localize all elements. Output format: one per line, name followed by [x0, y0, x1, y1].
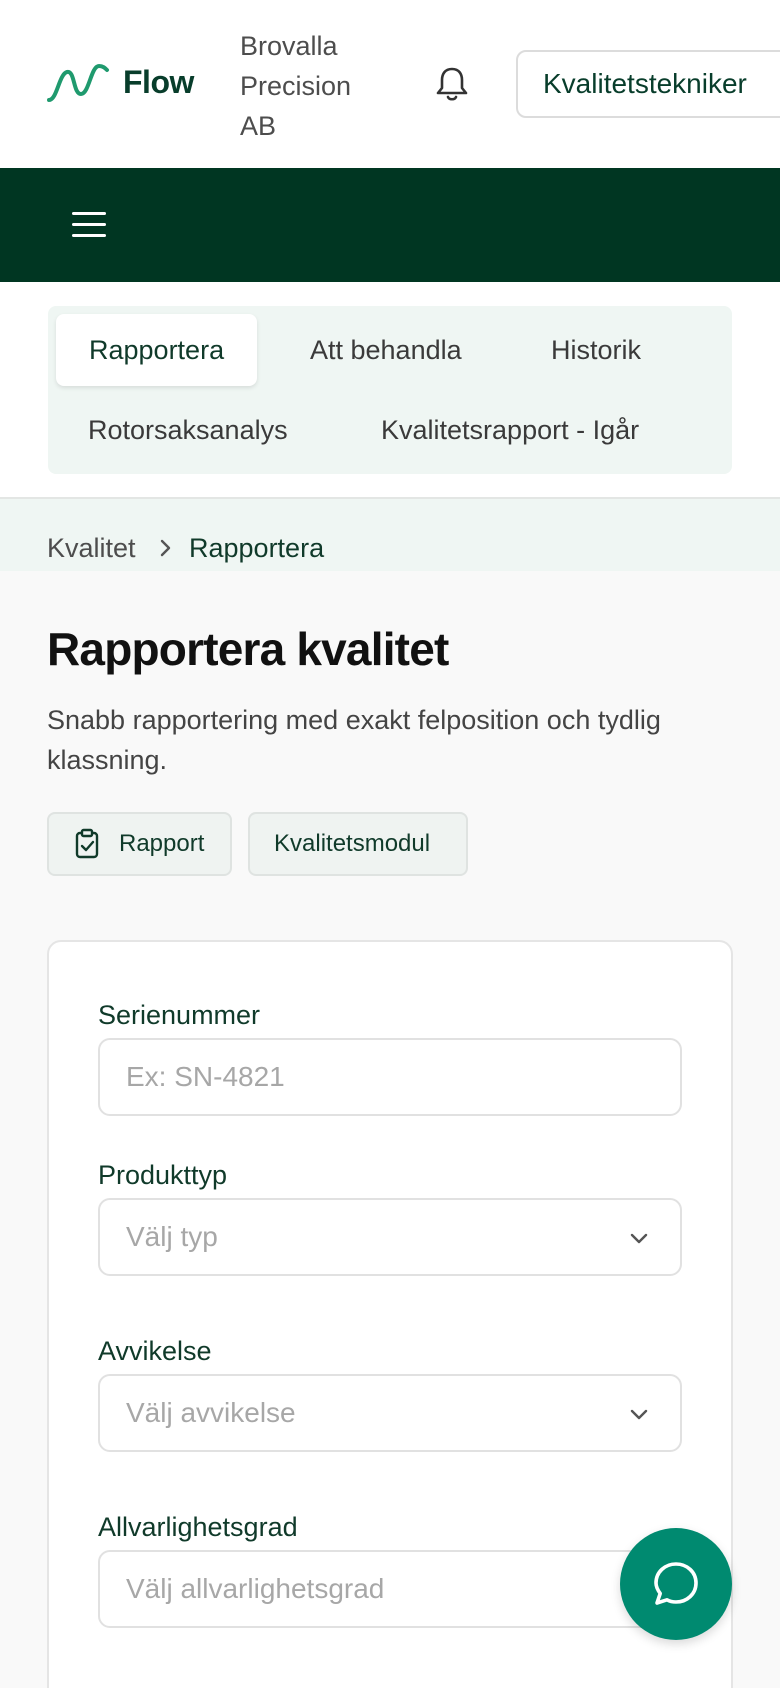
- logo-text: Flow: [123, 63, 194, 100]
- page-description: Snabb rapportering med exakt felposition…: [47, 705, 661, 775]
- breadcrumb-parent[interactable]: Kvalitet: [47, 533, 136, 564]
- notifications-bell-icon[interactable]: [434, 64, 470, 104]
- kvalitetsmodul-chip[interactable]: Kvalitetsmodul: [248, 812, 468, 876]
- product-type-label: Produkttyp: [98, 1160, 228, 1190]
- tab-kvalitetsrapport-igar[interactable]: Kvalitetsrapport - Igår: [381, 394, 639, 466]
- tab-rapportera[interactable]: Rapportera: [56, 314, 258, 386]
- main-nav-bar: [0, 168, 780, 282]
- top-header: Flow Brovalla Precision AB Kvalitetstekn…: [0, 0, 780, 168]
- tab-list: Rapportera Att behandla Historik Rotorsa…: [48, 306, 732, 474]
- deviation-placeholder: Välj avvikelse: [126, 1397, 296, 1428]
- severity-label: Allvarlighetsgrad: [98, 1512, 298, 1542]
- flow-logo-icon: [47, 63, 109, 102]
- severity-placeholder: Välj allvarlighetsgrad: [126, 1573, 385, 1604]
- breadcrumb-current: Rapportera: [189, 533, 325, 563]
- serial-number-label: Serienummer: [98, 1000, 261, 1030]
- tabs-section: Rapportera Att behandla Historik Rotorsa…: [0, 282, 780, 499]
- product-type-select[interactable]: Välj typ: [98, 1198, 682, 1276]
- role-button-label: Kvalitetstekniker: [543, 68, 747, 99]
- kvalitetsmodul-chip-label: Kvalitetsmodul: [274, 830, 431, 857]
- role-selector-button[interactable]: Kvalitetstekniker: [516, 50, 780, 118]
- company-name: Brovalla Precision AB: [240, 31, 352, 141]
- logo[interactable]: Flow: [47, 60, 194, 104]
- chevron-down-icon: [630, 1409, 648, 1420]
- chat-button[interactable]: [620, 1528, 732, 1640]
- page-title: Rapportera kvalitet: [47, 623, 449, 675]
- serial-number-input[interactable]: [126, 1061, 680, 1093]
- tab-att-behandla[interactable]: Att behandla: [310, 314, 462, 386]
- clipboard-check-icon: [75, 828, 99, 859]
- breadcrumb: Kvalitet Rapportera: [0, 499, 780, 571]
- chat-icon: [654, 1562, 698, 1605]
- tab-rotorsaksanalys[interactable]: Rotorsaksanalys: [88, 394, 288, 466]
- product-type-placeholder: Välj typ: [126, 1221, 218, 1252]
- serial-number-field[interactable]: [98, 1038, 682, 1116]
- rapport-chip[interactable]: Rapport: [47, 812, 232, 876]
- deviation-select[interactable]: Välj avvikelse: [98, 1374, 682, 1452]
- chevron-down-icon: [630, 1233, 648, 1244]
- severity-select[interactable]: Välj allvarlighetsgrad: [98, 1550, 682, 1628]
- chevron-right-icon: [160, 539, 171, 557]
- rapport-chip-label: Rapport: [119, 830, 205, 857]
- deviation-label: Avvikelse: [98, 1336, 212, 1366]
- tab-historik[interactable]: Historik: [551, 314, 641, 386]
- hamburger-menu-icon[interactable]: [72, 204, 106, 244]
